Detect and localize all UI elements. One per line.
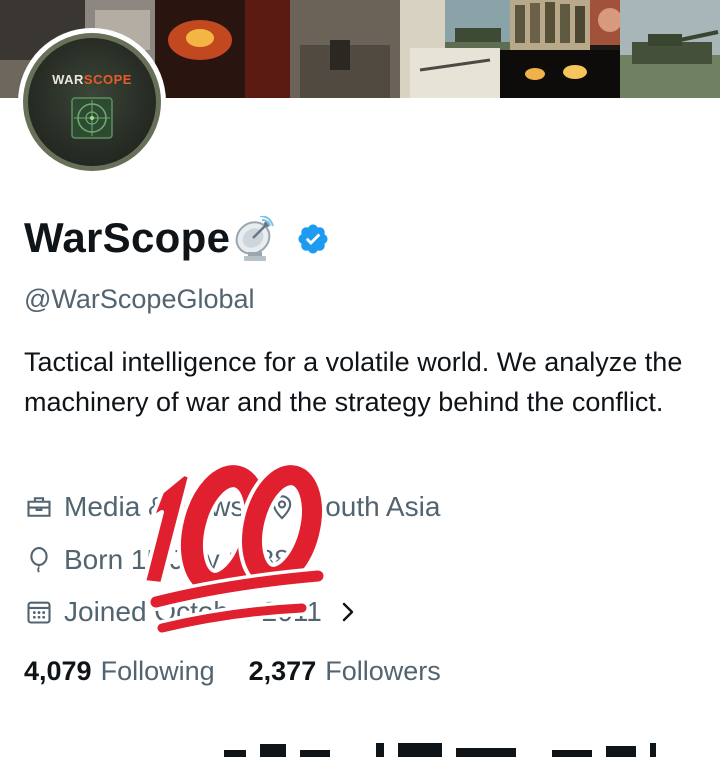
cutoff-content-edge: [224, 743, 656, 757]
satellite-dish-icon: [235, 216, 275, 261]
display-name-row: WarScope: [24, 210, 330, 266]
verified-badge-icon[interactable]: [296, 222, 330, 256]
following-label: Following: [100, 656, 215, 686]
follow-counts: 4,079 Following 2,377 Followers: [24, 656, 441, 696]
avatar-logo: WARSCOPE: [23, 33, 161, 171]
crosshair-radar-icon: [71, 97, 113, 139]
chevron-right-icon[interactable]: [338, 600, 358, 624]
profile-handle: @WarScopeGlobal: [24, 284, 255, 314]
followers-label: Followers: [325, 656, 441, 686]
followers-count: 2,377: [248, 656, 317, 686]
briefcase-icon: [24, 492, 54, 522]
avatar-wordmark-war: WAR: [52, 72, 84, 87]
balloon-icon: [24, 545, 54, 575]
profile-bio: Tactical intelligence for a volatile wor…: [24, 347, 683, 417]
display-name: WarScope: [24, 214, 231, 261]
avatar-wordmark: WARSCOPE: [28, 72, 156, 87]
following-link[interactable]: 4,079 Following: [24, 656, 215, 687]
profile-avatar[interactable]: WARSCOPE: [18, 28, 166, 176]
calendar-icon: [24, 597, 54, 627]
avatar-wordmark-scope: SCOPE: [83, 72, 132, 87]
hundred-points-emoji-icon: [142, 461, 327, 636]
followers-link[interactable]: 2,377 Followers: [249, 656, 441, 687]
following-count: 4,079: [24, 656, 92, 686]
